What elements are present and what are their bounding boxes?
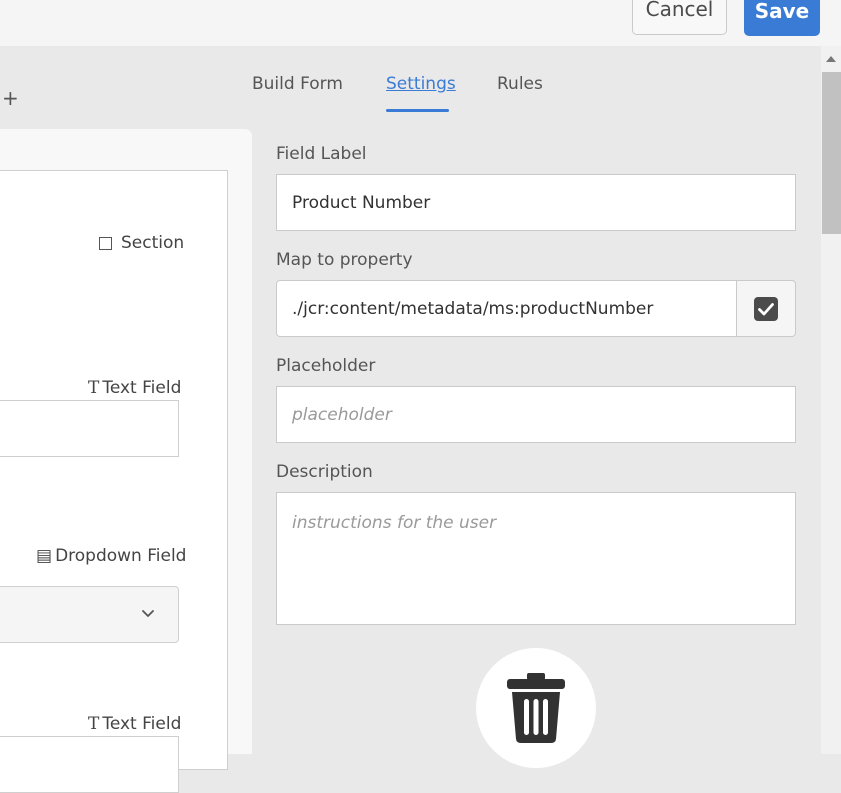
section-icon	[99, 236, 112, 250]
placeholder-heading: Placeholder	[276, 356, 376, 376]
trash-icon	[507, 673, 565, 743]
description-heading: Description	[276, 462, 373, 482]
tab-build-form[interactable]: Build Form	[252, 74, 343, 94]
text-field-icon-2: T	[88, 714, 100, 734]
top-toolbar: Cancel Save	[0, 0, 841, 46]
dropdown-field-label: Dropdown Field	[55, 546, 187, 566]
dropdown-field-preview[interactable]	[0, 586, 179, 643]
dropdown-field-icon: ▤	[36, 546, 53, 566]
placeholder-input[interactable]: placeholder	[276, 386, 796, 443]
scrollbar-thumb[interactable]	[822, 72, 841, 234]
save-button[interactable]: Save	[744, 0, 820, 36]
cancel-button[interactable]: Cancel	[632, 0, 727, 35]
text-field-label-2: Text Field	[102, 714, 182, 734]
scroll-up-icon[interactable]	[826, 56, 836, 62]
chevron-down-icon	[142, 610, 154, 617]
map-property-toggle[interactable]	[736, 280, 796, 337]
text-field-label: Text Field	[102, 378, 182, 398]
map-to-property-input[interactable]: ./jcr:content/metadata/ms:productNumber	[276, 280, 737, 337]
text-field-preview[interactable]	[0, 400, 179, 457]
field-label-heading: Field Label	[276, 144, 367, 164]
tab-rules[interactable]: Rules	[497, 74, 543, 94]
delete-field-button[interactable]	[476, 648, 596, 768]
section-component[interactable]: Section	[99, 233, 184, 253]
tab-settings[interactable]: Settings	[386, 74, 456, 94]
text-field-icon: T	[88, 378, 100, 398]
map-to-property-heading: Map to property	[276, 250, 413, 270]
text-field-preview-2[interactable]	[0, 736, 179, 793]
active-tab-indicator	[386, 109, 449, 112]
add-icon[interactable]: +	[2, 86, 19, 110]
text-field-component[interactable]: T Text Field	[88, 378, 181, 398]
checkbox-checked-icon	[754, 296, 778, 321]
text-field-component-2[interactable]: T Text Field	[88, 714, 181, 734]
dropdown-field-component[interactable]: ▤ Dropdown Field	[36, 546, 186, 566]
form-canvas	[0, 170, 228, 770]
section-label: Section	[121, 233, 185, 253]
field-label-input[interactable]: Product Number	[276, 174, 796, 231]
description-textarea[interactable]: instructions for the user	[276, 492, 796, 625]
